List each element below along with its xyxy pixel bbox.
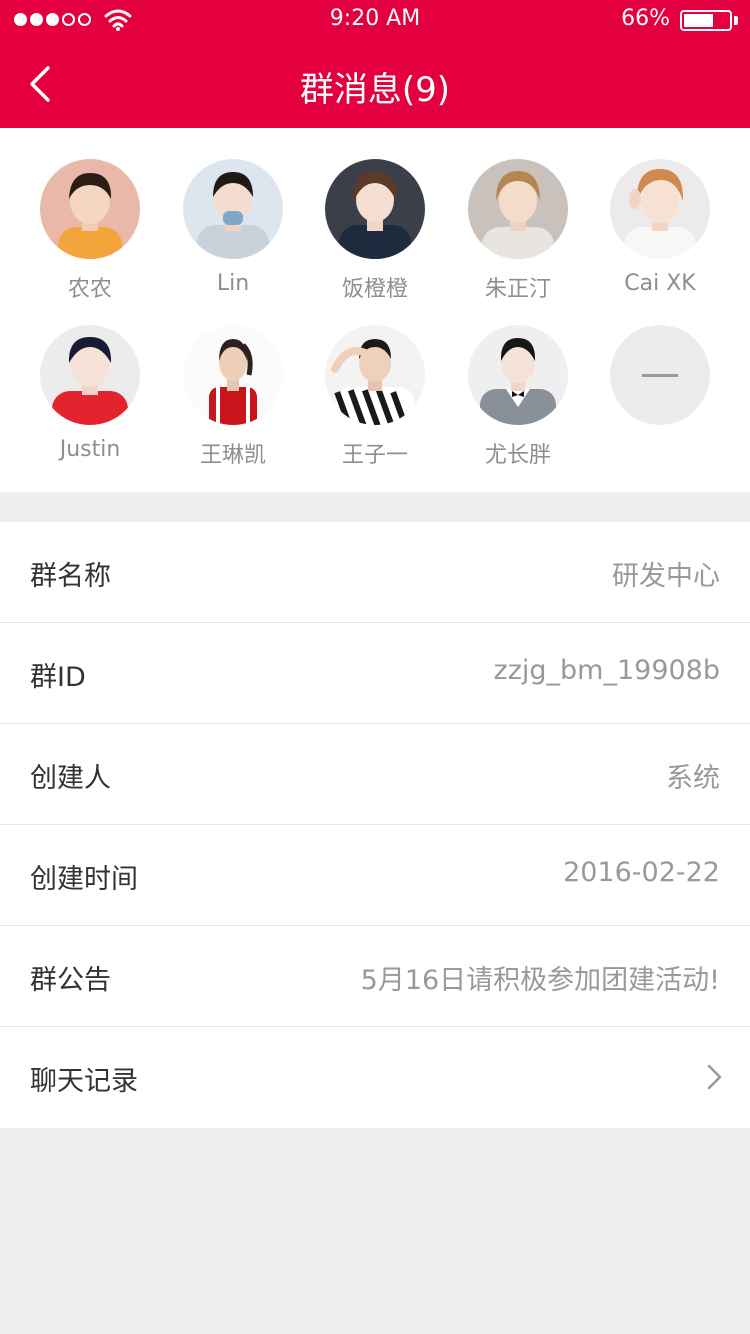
avatar — [468, 159, 568, 259]
chat-history-row[interactable]: 聊天记录 — [0, 1027, 750, 1128]
battery-cap — [734, 16, 738, 25]
battery-icon — [680, 10, 732, 31]
group-id-row[interactable]: 群ID zzjg_bm_19908b — [0, 623, 750, 724]
member-name: 王子一 — [341, 443, 408, 468]
status-bar: 9:20 AM 66% — [0, 0, 750, 40]
group-info-list: 群名称 研发中心 群ID zzjg_bm_19908b 创建人 系统 创建时间 … — [0, 522, 750, 1128]
member-name: 尤长胖 — [484, 443, 551, 468]
announcement-row[interactable]: 群公告 5月16日请积极参加团建活动! — [0, 926, 750, 1027]
row-value: 研发中心 — [612, 561, 720, 592]
avatar — [325, 325, 425, 425]
page-title: 群消息(9) — [299, 70, 451, 110]
member-name: Lin — [216, 271, 250, 296]
member-name: 农农 — [67, 277, 112, 302]
battery-percent: 66% — [621, 6, 670, 31]
row-label: 群公告 — [30, 965, 111, 996]
row-value: 2016-02-22 — [563, 857, 720, 888]
avatar — [183, 325, 283, 425]
member-name: 饭橙橙 — [341, 277, 408, 302]
member-name: Cai XK — [624, 271, 696, 296]
avatar — [40, 159, 140, 259]
member-item[interactable]: 朱正汀 — [458, 159, 578, 303]
avatar — [468, 325, 568, 425]
avatar — [183, 159, 283, 259]
row-value: 系统 — [666, 763, 720, 794]
row-label: 创建时间 — [30, 864, 138, 895]
row-label: 聊天记录 — [30, 1066, 138, 1097]
member-name: 朱正汀 — [484, 277, 551, 302]
member-item[interactable]: 尤长胖 — [458, 325, 578, 469]
member-item[interactable]: Lin — [173, 159, 293, 296]
member-item[interactable]: 农农 — [30, 159, 150, 303]
member-item[interactable]: 饭橙橙 — [315, 159, 435, 303]
avatar — [610, 159, 710, 259]
row-value: 5月16日请积极参加团建活动! — [360, 965, 720, 996]
nav-bar: 群消息(9) — [0, 40, 750, 128]
member-item[interactable]: Justin — [30, 325, 150, 462]
remove-member-button[interactable] — [610, 325, 710, 425]
member-name: 王琳凯 — [199, 443, 266, 468]
row-label: 群ID — [30, 662, 86, 693]
chevron-right-icon — [707, 1064, 722, 1090]
member-item[interactable]: 王琳凯 — [173, 325, 293, 469]
member-name: Justin — [59, 437, 121, 462]
creator-row[interactable]: 创建人 系统 — [0, 724, 750, 825]
avatar — [40, 325, 140, 425]
member-grid: 农农 Lin 饭橙橙 朱正汀 Cai XK Justin 王琳凯 王子一 尤长胖 — [0, 128, 750, 492]
avatar — [325, 159, 425, 259]
group-name-row[interactable]: 群名称 研发中心 — [0, 522, 750, 623]
row-label: 群名称 — [30, 561, 111, 592]
member-item[interactable]: Cai XK — [600, 159, 720, 296]
row-value: zzjg_bm_19908b — [493, 655, 720, 686]
created-at-row[interactable]: 创建时间 2016-02-22 — [0, 825, 750, 926]
minus-icon — [642, 374, 678, 377]
member-item[interactable]: 王子一 — [315, 325, 435, 469]
row-label: 创建人 — [30, 763, 111, 794]
